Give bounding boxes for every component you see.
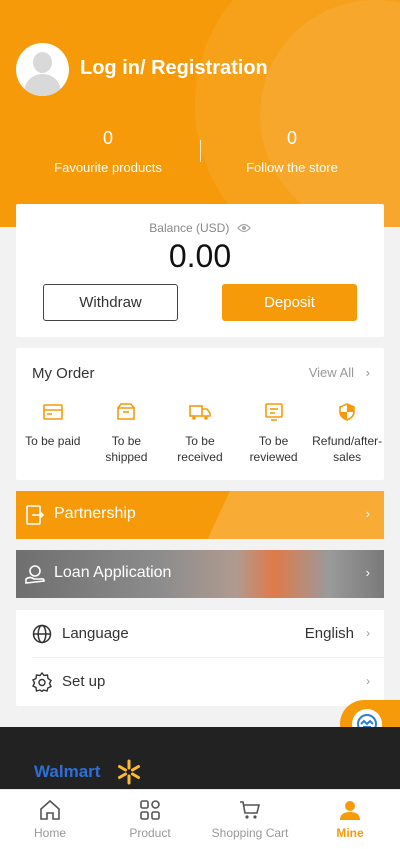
login-registration-link[interactable]: Log in/ Registration xyxy=(80,57,268,80)
deposit-button[interactable]: Deposit xyxy=(222,284,357,321)
gear-icon xyxy=(32,671,52,697)
nav-home-label: Home xyxy=(33,826,66,840)
chevron-right-icon: › xyxy=(365,506,370,521)
chevron-right-icon: › xyxy=(365,565,370,580)
follow-store-stat[interactable]: 0 Follow the store xyxy=(202,128,382,175)
partnership-label: Partnership xyxy=(54,505,136,522)
bottom-nav: Home Product Shopping Cart Mine xyxy=(0,789,400,849)
setup-row[interactable]: Set up › xyxy=(16,658,384,706)
balance-label: Balance xyxy=(149,221,193,235)
loan-icon xyxy=(24,563,46,590)
order-to-be-reviewed[interactable]: To be reviewed xyxy=(237,403,311,465)
favourite-products-count: 0 xyxy=(102,128,113,148)
grid-icon xyxy=(140,800,160,820)
home-icon xyxy=(40,799,60,820)
favourite-products-label: Favourite products xyxy=(54,160,162,175)
view-all-link[interactable]: View All › xyxy=(309,365,370,380)
box-icon xyxy=(117,403,136,420)
globe-icon xyxy=(32,624,52,649)
truck-icon xyxy=(189,405,211,420)
my-order-card: My Order View All › To be paid To be shi… xyxy=(16,348,384,480)
chevron-right-icon: › xyxy=(366,626,370,640)
follow-store-count: 0 xyxy=(286,128,297,148)
shield-icon xyxy=(339,403,355,421)
balance-card: Balance (USD) 0.00 Withdraw Deposit xyxy=(16,204,384,337)
nav-mine[interactable]: Mine xyxy=(300,790,400,849)
withdraw-button[interactable]: Withdraw xyxy=(43,284,178,321)
chevron-right-icon: › xyxy=(365,365,370,380)
chevron-right-icon: › xyxy=(366,674,370,688)
favourite-products-stat[interactable]: 0 Favourite products xyxy=(18,128,198,175)
language-row[interactable]: Language English › xyxy=(16,610,384,658)
banner-decoration xyxy=(197,491,384,539)
language-label: Language xyxy=(62,625,129,642)
loan-application-label: Loan Application xyxy=(54,564,172,581)
stat-divider xyxy=(200,140,201,162)
order-to-be-shipped[interactable]: To be shipped xyxy=(90,403,164,465)
order-item-label: To be reviewed xyxy=(249,434,298,464)
settings-card: Language English › Set up › xyxy=(16,610,384,706)
order-item-label: Refund/after-sales xyxy=(312,434,383,464)
balance-amount: 0.00 xyxy=(168,238,232,274)
view-all-label: View All xyxy=(308,365,355,380)
cart-icon xyxy=(240,801,261,819)
order-to-be-paid[interactable]: To be paid xyxy=(16,403,90,465)
profile-header: Log in/ Registration 0 Favourite product… xyxy=(0,0,400,227)
my-order-title: My Order xyxy=(32,365,95,382)
order-item-label: To be received xyxy=(177,434,223,464)
order-item-label: To be shipped xyxy=(105,434,148,464)
order-item-label: To be paid xyxy=(25,434,81,448)
eye-icon[interactable] xyxy=(236,222,251,236)
partnership-banner[interactable]: Partnership › xyxy=(16,491,384,539)
setup-label: Set up xyxy=(62,673,106,690)
balance-label-row: Balance (USD) xyxy=(16,221,384,236)
follow-store-label: Follow the store xyxy=(246,160,338,175)
loan-application-banner[interactable]: Loan Application › xyxy=(16,550,384,598)
nav-mine-label: Mine xyxy=(336,826,364,840)
partnership-icon xyxy=(24,504,46,531)
order-refund-after-sales[interactable]: Refund/after-sales xyxy=(310,403,384,465)
user-icon xyxy=(340,801,360,820)
order-to-be-received[interactable]: To be received xyxy=(163,403,237,465)
nav-shopping-cart[interactable]: Shopping Cart xyxy=(200,790,300,849)
nav-product[interactable]: Product xyxy=(100,790,200,849)
balance-currency: (USD) xyxy=(196,221,230,235)
language-value: English xyxy=(304,625,354,642)
walmart-logo: Walmart xyxy=(34,762,101,781)
nav-cart-label: Shopping Cart xyxy=(211,826,289,840)
review-icon xyxy=(264,403,283,421)
avatar[interactable] xyxy=(16,43,69,96)
spark-icon xyxy=(118,759,140,785)
nav-product-label: Product xyxy=(129,826,171,840)
nav-home[interactable]: Home xyxy=(0,790,100,849)
wallet-icon xyxy=(42,404,63,420)
